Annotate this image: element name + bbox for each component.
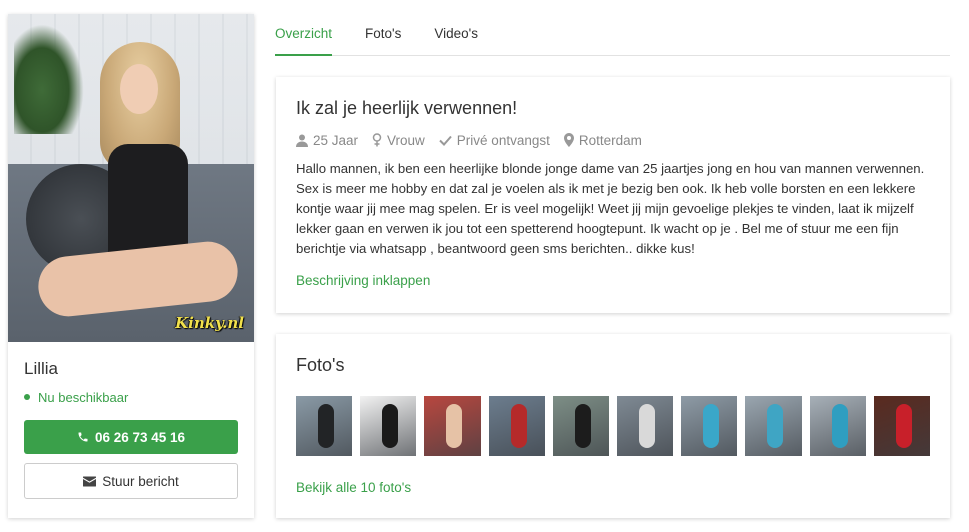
call-button-label: 06 26 73 45 16 xyxy=(94,429,186,445)
photo-thumbnail[interactable] xyxy=(296,396,353,456)
photo-plant xyxy=(14,24,84,134)
send-message-button[interactable]: Stuur bericht xyxy=(24,463,238,499)
profile-info: Lillia Nu beschikbaar 06 26 73 45 16 Stu… xyxy=(8,342,254,499)
meta-city-label: Rotterdam xyxy=(578,132,642,148)
check-icon xyxy=(439,135,452,146)
call-button[interactable]: 06 26 73 45 16 xyxy=(24,420,238,454)
profile-meta: 25 Jaar Vrouw Privé ontvangst Rotterdam xyxy=(296,131,930,149)
description-text: Hallo mannen, ik ben een heerlijke blond… xyxy=(296,161,925,256)
photo-thumbnail[interactable] xyxy=(552,396,610,456)
profile-name: Lillia xyxy=(24,359,59,378)
tab-overzicht[interactable]: Overzicht xyxy=(275,14,333,56)
availability-status: Nu beschikbaar xyxy=(24,388,238,406)
photos-panel: Foto's Bekijk alle 10 foto's xyxy=(276,334,950,518)
tab-fotos[interactable]: Foto's xyxy=(365,14,401,56)
map-marker-icon xyxy=(563,133,574,147)
send-message-label: Stuur bericht xyxy=(102,473,179,489)
meta-gender: Vrouw xyxy=(372,133,425,148)
profile-card: Kinky.nl Lillia Nu beschikbaar 06 26 73 … xyxy=(8,14,254,518)
photos-title: Foto's xyxy=(296,355,345,375)
tab-videos[interactable]: Video's xyxy=(434,14,478,56)
photo-thumbnails xyxy=(296,396,931,456)
meta-city: Rotterdam xyxy=(563,132,642,148)
meta-age: 25 Jaar xyxy=(296,133,358,148)
thumbnail-figure xyxy=(318,404,334,448)
collapse-description-link[interactable]: Beschrijving inklappen xyxy=(296,273,430,288)
photo-thumbnail[interactable] xyxy=(809,396,866,456)
description-panel: Ik zal je heerlijk verwennen! 25 Jaar Vr… xyxy=(276,77,950,313)
thumbnail-figure xyxy=(767,404,784,448)
user-icon xyxy=(296,134,308,147)
thumbnail-figure xyxy=(510,404,527,448)
thumbnail-figure xyxy=(446,404,463,448)
view-all-photos-link[interactable]: Bekijk alle 10 foto's xyxy=(296,480,411,495)
photo-thumbnail[interactable] xyxy=(745,396,802,456)
profile-tabs: Overzicht Foto's Video's xyxy=(275,14,950,56)
description-title: Ik zal je heerlijk verwennen! xyxy=(296,98,518,118)
thumbnail-figure xyxy=(574,404,591,448)
photo-thumbnail[interactable] xyxy=(873,396,931,456)
photo-thumbnail[interactable] xyxy=(360,396,417,456)
thumbnail-figure xyxy=(639,404,656,448)
photo-thumbnail[interactable] xyxy=(488,396,545,456)
availability-label: Nu beschikbaar xyxy=(38,389,129,405)
status-dot-icon xyxy=(24,394,30,400)
meta-age-label: 25 Jaar xyxy=(313,132,359,148)
profile-photo[interactable]: Kinky.nl xyxy=(8,14,254,342)
phone-icon xyxy=(78,432,88,442)
thumbnail-figure xyxy=(703,404,720,448)
meta-gender-label: Vrouw xyxy=(387,132,425,148)
photo-thumbnail[interactable] xyxy=(617,396,674,456)
thumbnail-figure xyxy=(831,404,848,448)
photo-face xyxy=(120,64,158,114)
photo-watermark: Kinky.nl xyxy=(175,314,244,332)
thumbnail-figure xyxy=(382,404,399,448)
meta-reception-label: Privé ontvangst xyxy=(456,132,550,148)
photo-thumbnail[interactable] xyxy=(424,396,481,456)
venus-icon xyxy=(372,133,382,147)
thumbnail-figure xyxy=(895,404,912,448)
photo-thumbnail[interactable] xyxy=(681,396,738,456)
meta-reception: Privé ontvangst xyxy=(439,133,550,148)
envelope-icon xyxy=(83,476,97,486)
